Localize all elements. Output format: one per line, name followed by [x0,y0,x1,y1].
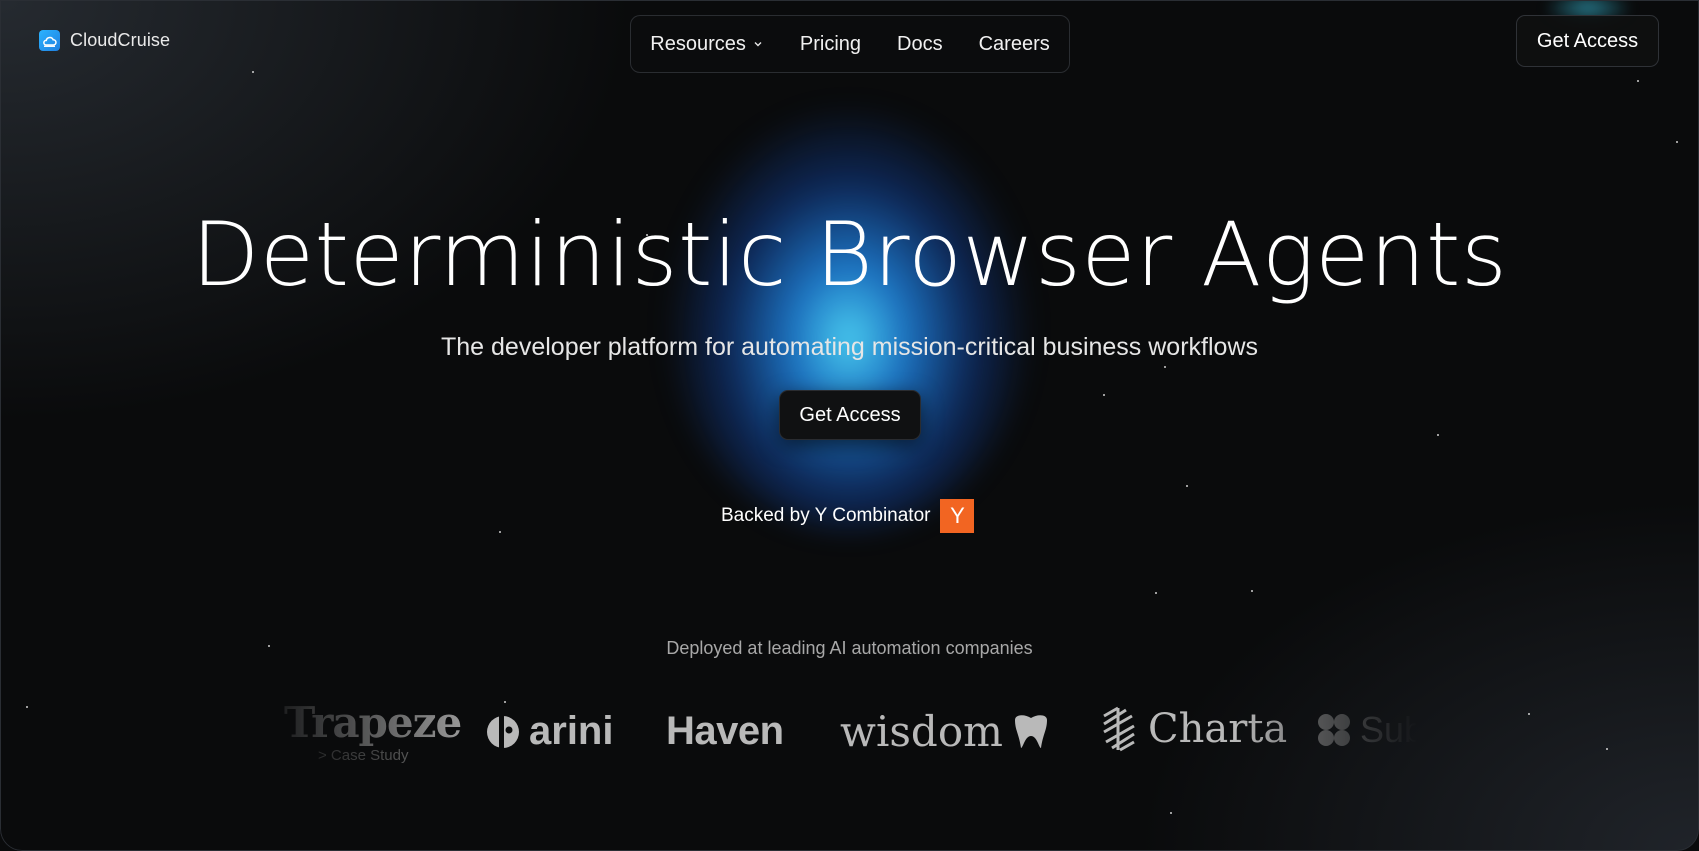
nav-item-label: Resources [650,32,746,55]
main-nav: Resources Pricing Docs Careers [630,15,1070,73]
star [1103,394,1105,396]
nav-item-docs[interactable]: Docs [897,33,943,56]
landing-page: CloudCruise Resources Pricing Docs Caree… [0,0,1699,851]
star [1170,812,1172,814]
hero-get-access-button[interactable]: Get Access [779,390,921,440]
hero-title: Deterministic Browser Agents [191,203,1508,306]
star [1437,434,1439,436]
customer-logo-haven: Haven [666,709,784,754]
arini-wordmark: arini [529,709,614,753]
haven-wordmark: Haven [666,709,784,753]
customer-logo-sub: Sub [1316,709,1418,751]
arini-mark-icon [487,715,519,748]
nav-item-resources[interactable]: Resources [650,33,764,56]
wisdom-wordmark: wisdom [840,707,1003,756]
clover-icon [1318,714,1350,746]
star [499,531,501,533]
sub-wordmark: Sub [1360,709,1418,750]
cloud-icon [39,30,60,51]
hero-subtitle: The developer platform for automating mi… [441,333,1258,361]
charta-wordmark: Charta [1148,706,1288,752]
star [1186,485,1188,487]
nav-item-careers[interactable]: Careers [979,33,1050,56]
star [1676,141,1678,143]
trapeze-wordmark: Trapeze [284,698,462,747]
star [1155,592,1157,594]
chevron-down-icon [754,42,762,47]
customers-heading: Deployed at leading AI automation compan… [666,638,1033,658]
backed-by-yc: Backed by Y Combinator Y [721,499,975,533]
charta-mark-icon [1103,706,1135,752]
star [1251,590,1253,592]
backed-by-text: Backed by Y Combinator [721,505,931,526]
star [26,706,28,708]
brand-name: CloudCruise [70,30,171,50]
customer-logo-arini: arini [485,709,613,754]
customer-logo-charta: Charta [1098,706,1287,752]
nav-item-pricing[interactable]: Pricing [800,33,861,56]
customer-logo-trapeze[interactable]: Trapeze > Case Study [284,698,462,765]
star [1528,713,1530,715]
brand-logo[interactable]: CloudCruise [39,30,170,51]
star [1637,80,1639,82]
customer-logos-strip: Trapeze > Case Study arini Haven wisdom [284,697,1418,769]
header-get-access-button[interactable]: Get Access [1516,15,1659,67]
y-combinator-logo: Y [940,499,975,533]
hero-glow [669,108,1029,528]
star [252,71,254,73]
tooth-icon [1014,714,1047,748]
customer-logo-wisdom: wisdom [840,707,1051,756]
case-study-link[interactable]: > Case Study [318,747,408,764]
star [1164,366,1166,368]
star [1606,748,1608,750]
